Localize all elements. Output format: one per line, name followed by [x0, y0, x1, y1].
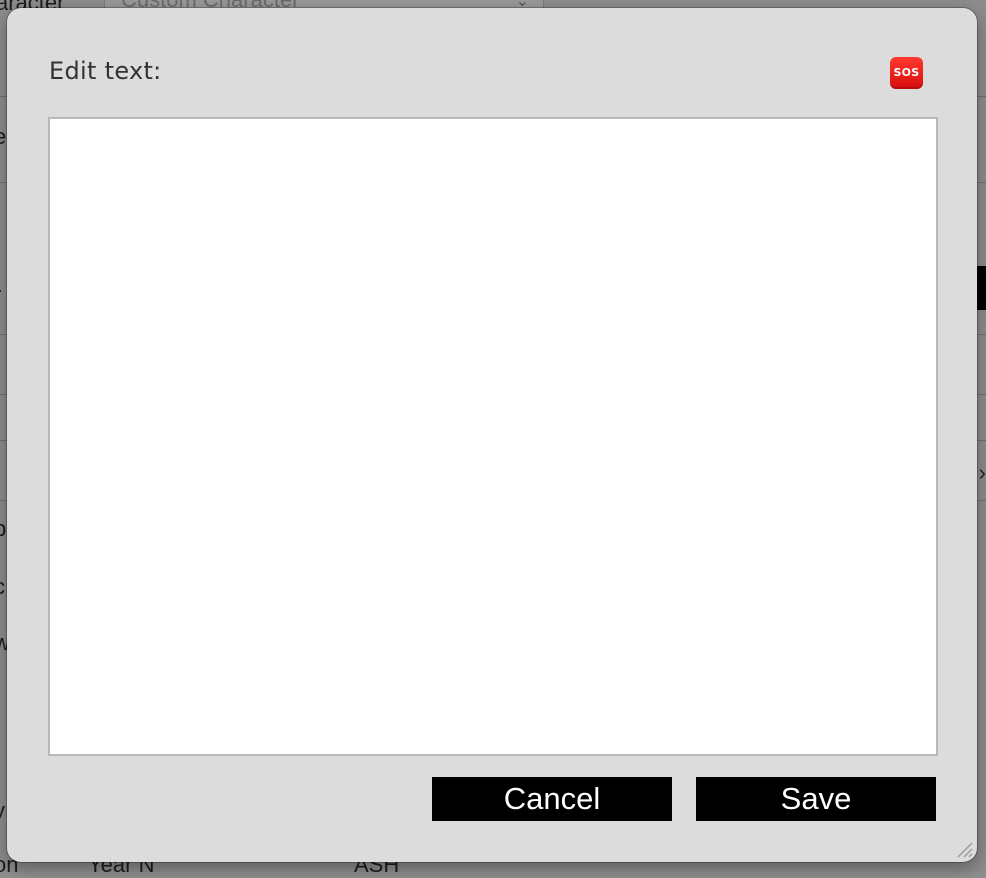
bg-label: r [0, 282, 1, 308]
bg-label: e [0, 124, 6, 150]
bg-label: y [0, 798, 5, 824]
bg-label: b [0, 516, 6, 542]
bg-label: c [0, 574, 5, 600]
edit-text-area[interactable] [48, 117, 938, 756]
resize-grip-icon[interactable] [955, 840, 973, 858]
sos-icon[interactable]: SOS [890, 57, 923, 89]
cancel-button[interactable]: Cancel [432, 777, 672, 821]
bg-chevron-right-icon: › [979, 460, 986, 486]
edit-text-dialog: Edit text: SOS Cancel Save [7, 8, 977, 862]
dialog-title: Edit text: [49, 57, 162, 85]
save-button[interactable]: Save [696, 777, 936, 821]
